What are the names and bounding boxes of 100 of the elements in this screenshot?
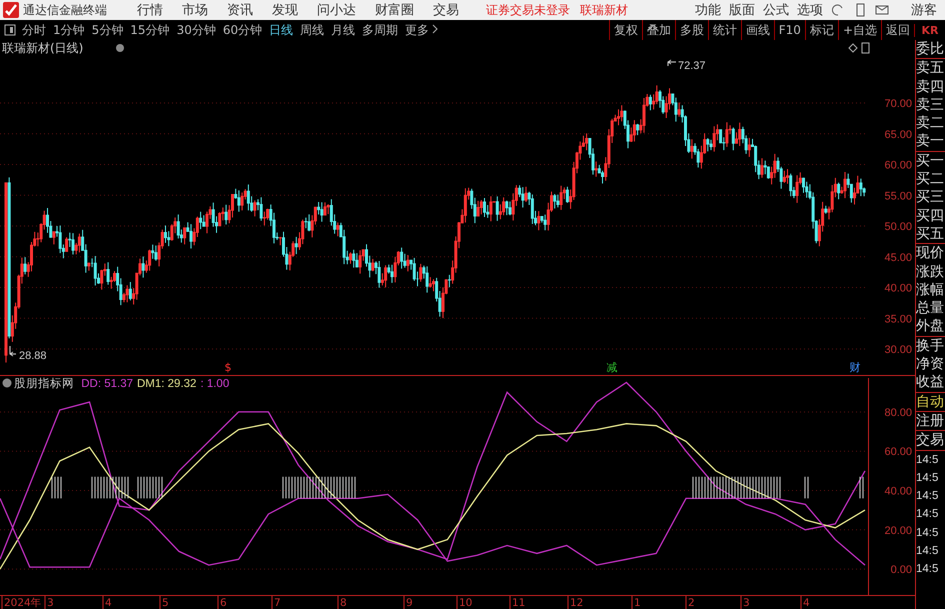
high-price-label: 72.37	[678, 60, 706, 72]
quote-label: 买四	[916, 206, 945, 225]
panel-toggle-icon[interactable]	[4, 24, 16, 36]
period-tab[interactable]: 30分钟	[176, 22, 216, 38]
auto-label[interactable]: 自动	[916, 392, 945, 411]
event-marker[interactable]: $	[224, 361, 232, 374]
user-label[interactable]: 游客	[911, 1, 937, 19]
menu-item[interactable]: 发现	[272, 1, 298, 19]
corner-label: KR	[914, 24, 945, 36]
stock-link[interactable]: 联瑞新材	[580, 2, 628, 18]
indicator-axis-label: 0.00	[890, 564, 912, 576]
quote-label: 买一	[916, 152, 945, 170]
chart-title: 联瑞新材(日线)	[2, 41, 84, 55]
price-axis-label: 35.00	[884, 313, 912, 326]
menu-item[interactable]: 资讯	[227, 1, 253, 19]
panel-icon	[862, 42, 870, 54]
quote-label: 涨跌	[916, 262, 945, 281]
price-axis-label: 55.00	[884, 190, 912, 202]
date-axis-label: 1	[634, 597, 641, 609]
period-tab[interactable]: 15分钟	[130, 22, 170, 38]
period-tab[interactable]: 更多	[405, 22, 440, 38]
menu-item[interactable]: 财富圈	[375, 1, 414, 19]
date-axis-label: 8	[340, 597, 347, 609]
quote-label: 净资	[916, 355, 945, 374]
quote-label: 总量	[916, 299, 945, 318]
indicator-axis-label: 80.00	[884, 406, 912, 419]
date-axis-label: 12	[570, 597, 584, 609]
quote-label: 收益	[916, 373, 945, 392]
period-tab[interactable]: 日线	[269, 22, 294, 38]
quote-label: 外盘	[916, 317, 945, 336]
tool-menu-item[interactable]: 公式	[763, 1, 789, 19]
date-axis-label: 2	[688, 597, 695, 609]
price-axis-label: 50.00	[884, 221, 912, 233]
pointer-icon	[668, 60, 676, 66]
event-marker[interactable]: 减	[606, 361, 618, 374]
app-title: 通达信金融终端	[23, 2, 107, 18]
circle-icon	[2, 378, 12, 388]
date-axis-label: 10	[459, 597, 472, 609]
quote-label: 卖三	[916, 96, 945, 114]
diamond-icon	[848, 43, 858, 53]
date-axis-label: 7	[274, 597, 281, 609]
trade-time: 14:5	[916, 452, 940, 468]
quote-label: 卖五	[916, 59, 945, 78]
menu-item[interactable]: 交易	[433, 1, 459, 19]
quote-label: 卖四	[916, 78, 945, 96]
date-axis-label: 4	[105, 597, 112, 609]
date-axis-label: 11	[512, 597, 526, 609]
refresh-icon[interactable]	[831, 3, 845, 17]
date-axis-label: 9	[406, 597, 413, 609]
date-axis-label: 4	[803, 597, 810, 609]
date-axis-label: 3	[743, 597, 750, 609]
panel-link[interactable]: 交易	[916, 431, 945, 450]
price-axis-label: 45.00	[884, 252, 912, 264]
period-tab[interactable]: 多周期	[362, 22, 398, 38]
indicator-axis-label: 20.00	[884, 524, 912, 537]
date-axis-label: 5	[162, 597, 169, 609]
trade-time: 14:5	[916, 507, 940, 522]
menu-item[interactable]: 市场	[182, 1, 208, 19]
trade-time: 14:5	[916, 562, 940, 578]
date-axis-label: 2024年	[4, 597, 42, 609]
trade-time: 14:5	[916, 470, 940, 486]
date-axis-label: 3	[47, 597, 54, 609]
chevron-icon	[431, 24, 440, 34]
price-axis-label: 40.00	[884, 282, 912, 294]
period-tab[interactable]: 周线	[300, 22, 324, 38]
tool-menu-item[interactable]: 选项	[797, 1, 823, 19]
quote-label: 卖二	[916, 114, 945, 132]
period-tab[interactable]: 1分钟	[53, 22, 85, 38]
tool-menu-item[interactable]: 版面	[729, 1, 755, 19]
event-marker[interactable]: 财	[850, 361, 860, 374]
low-price-label: 28.88	[19, 350, 47, 362]
indicator-axis-label: 40.00	[884, 486, 912, 498]
price-axis-label: 65.00	[884, 128, 912, 141]
indicator-value: : 1.00	[200, 378, 230, 390]
indicator-value: DM1: 29.32	[136, 378, 196, 390]
period-tab[interactable]: 月线	[331, 22, 356, 38]
quote-label: 换手	[916, 336, 945, 356]
period-tab[interactable]: 5分钟	[92, 22, 124, 38]
period-tab[interactable]: 分时	[22, 22, 46, 38]
price-axis-label: 60.00	[884, 160, 912, 172]
date-axis-label: 6	[220, 597, 227, 609]
indicator-axis-label: 60.00	[884, 446, 912, 458]
quote-label: 现价	[916, 244, 945, 263]
trade-time: 14:5	[916, 544, 940, 560]
tool-menu-item[interactable]: 功能	[695, 1, 721, 19]
period-tab[interactable]: 60分钟	[222, 22, 262, 38]
quote-label: 买二	[916, 170, 945, 188]
trade-time: 14:5	[916, 526, 940, 541]
trade-time: 14:5	[916, 489, 940, 504]
quote-label: 涨幅	[916, 280, 945, 300]
indicator-value: DD: 51.37	[81, 378, 133, 390]
menu-item[interactable]: 行情	[137, 1, 163, 19]
mail-icon[interactable]	[875, 3, 889, 17]
price-axis-label: 30.00	[884, 344, 912, 356]
indicator-name: 股朋指标网	[14, 376, 74, 390]
quote-label: 买三	[916, 188, 945, 207]
login-notice: 证券交易未登录	[486, 2, 570, 18]
menu-item[interactable]: 问小达	[317, 1, 356, 19]
panel-link[interactable]: 注册	[916, 412, 945, 430]
pointer-icon	[10, 346, 16, 356]
